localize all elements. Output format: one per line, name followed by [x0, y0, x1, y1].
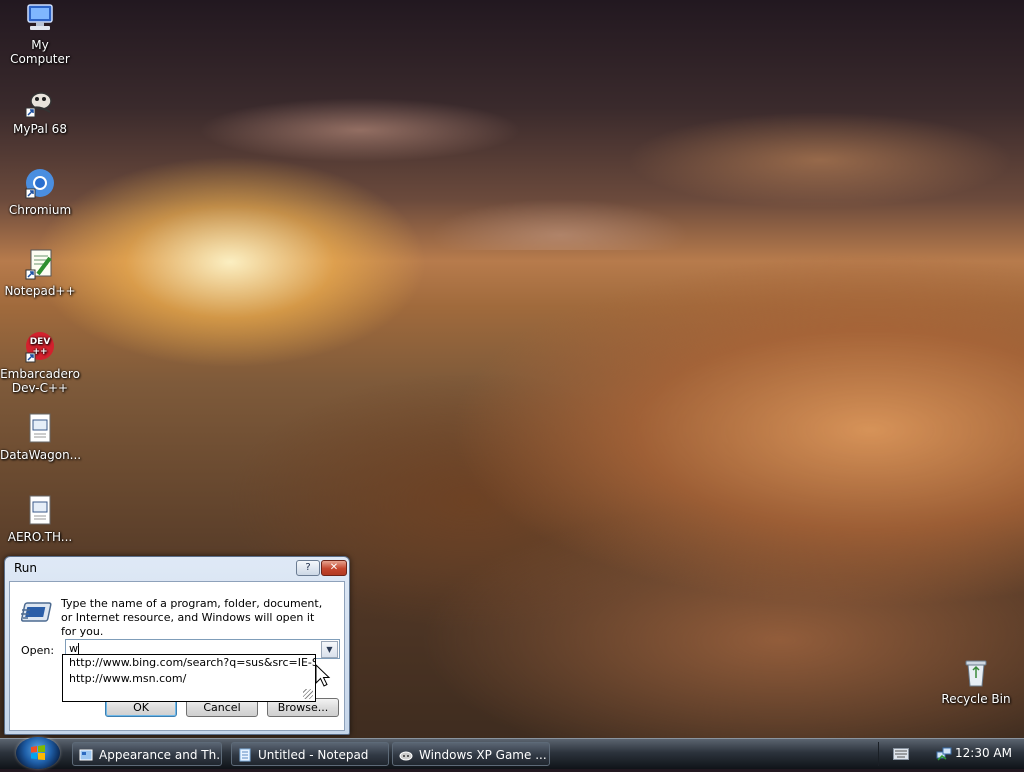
- open-label: Open:: [21, 644, 55, 657]
- close-button[interactable]: ✕: [321, 560, 347, 576]
- taskbar: Appearance and Th... Untitled - Notepad …: [0, 737, 1024, 769]
- desktop-icon-chromium[interactable]: Chromium: [0, 167, 80, 217]
- taskbar-item-xp-game[interactable]: Windows XP Game ...: [392, 742, 550, 766]
- desktop-wallpaper: [0, 40, 1024, 250]
- system-clock[interactable]: 12:30 AM: [955, 739, 1012, 769]
- svg-text:DEV: DEV: [30, 337, 51, 347]
- desktop-icon-label: Chromium: [8, 203, 72, 217]
- start-button[interactable]: [16, 737, 60, 769]
- run-icon: [20, 602, 52, 622]
- network-icon[interactable]: [936, 746, 952, 762]
- desktop-icon-label: Recycle Bin: [941, 692, 1011, 706]
- desktop-icon-label: AERO.TH...: [7, 530, 73, 544]
- desktop-icon-my-computer[interactable]: My Computer: [0, 2, 80, 66]
- run-description: Type the name of a program, folder, docu…: [61, 597, 323, 638]
- document-icon: [29, 413, 51, 443]
- taskbar-item-label: Appearance and Th...: [99, 748, 222, 762]
- document-icon: [29, 495, 51, 525]
- windows-logo-icon: [31, 745, 45, 760]
- computer-icon: [27, 4, 53, 30]
- control-panel-icon: [79, 749, 93, 761]
- game-icon: [399, 751, 413, 761]
- tray-separator: [878, 742, 879, 766]
- desktop-icon-label: MyPal 68: [13, 122, 67, 136]
- autocomplete-list: http://www.bing.com/search?q=sus&src=IE-…: [62, 654, 316, 702]
- notepad-icon: [239, 748, 251, 762]
- run-dialog: Run ? ✕ Type the name of a program, fold…: [4, 556, 350, 735]
- help-button[interactable]: ?: [296, 560, 320, 576]
- desktop-icon-label: Embarcadero Dev-C++: [0, 367, 80, 395]
- run-dialog-title: Run: [14, 561, 38, 575]
- mypal-browser-icon: [25, 92, 52, 118]
- desktop-icon-label: My Computer: [10, 38, 70, 66]
- mouse-pointer-icon: [315, 664, 331, 687]
- taskbar-item-notepad[interactable]: Untitled - Notepad: [231, 742, 389, 766]
- desktop-icon-label: Notepad++: [4, 284, 76, 298]
- desktop-icon-devcpp[interactable]: DEV ++ Embarcadero Dev-C++: [0, 331, 80, 395]
- taskbar-item-appearance[interactable]: Appearance and Th...: [72, 742, 222, 766]
- desktop-icon-label: DataWagon...: [0, 448, 82, 462]
- autocomplete-item[interactable]: http://www.msn.com/: [63, 671, 315, 687]
- taskbar-item-label: Windows XP Game ...: [419, 748, 547, 762]
- chromium-icon: [25, 169, 54, 199]
- desktop-icon-aero-theme[interactable]: AERO.TH...: [0, 494, 80, 544]
- autocomplete-item[interactable]: http://www.bing.com/search?q=sus&src=IE-…: [63, 655, 315, 671]
- desktop-icon-datawagon[interactable]: DataWagon...: [0, 412, 82, 462]
- dropdown-arrow-icon[interactable]: ▼: [321, 641, 338, 658]
- taskbar-item-label: Untitled - Notepad: [258, 748, 369, 762]
- devcpp-icon: DEV ++: [25, 332, 54, 363]
- notepadpp-icon: [25, 249, 52, 280]
- resize-grip-icon[interactable]: [303, 689, 313, 699]
- run-titlebar[interactable]: Run ? ✕: [5, 557, 349, 579]
- desktop-icon-notepadpp[interactable]: Notepad++: [0, 248, 80, 298]
- keyboard-icon[interactable]: [893, 748, 909, 760]
- recycle-bin-icon: [965, 660, 987, 687]
- desktop-icon-recycle-bin[interactable]: Recycle Bin: [936, 656, 1016, 706]
- desktop-icon-mypal[interactable]: MyPal 68: [0, 86, 80, 136]
